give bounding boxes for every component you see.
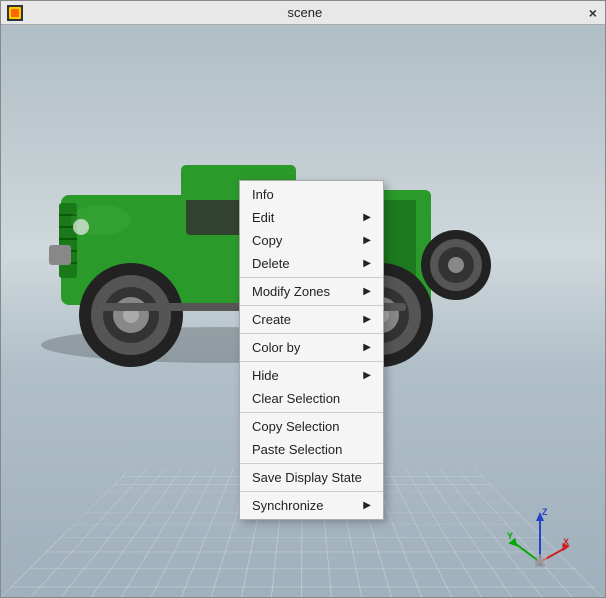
- menu-separator-save-display-state: [240, 491, 383, 492]
- close-button[interactable]: ×: [587, 5, 599, 21]
- scene-viewport: Z Y X Info Edit ▶ Copy ▶ Delete ▶ Modify Zones ▶…: [1, 25, 605, 597]
- menu-item-paste-selection[interactable]: Paste Selection: [240, 438, 383, 461]
- titlebar: scene ×: [1, 1, 605, 25]
- menu-separator-delete: [240, 277, 383, 278]
- svg-text:Z: Z: [542, 507, 548, 517]
- menu-item-copy-selection[interactable]: Copy Selection: [240, 415, 383, 438]
- menu-item-label-copy-selection: Copy Selection: [252, 419, 339, 434]
- app-icon: [7, 5, 23, 21]
- menu-separator-paste-selection: [240, 463, 383, 464]
- menu-item-synchronize[interactable]: Synchronize ▶: [240, 494, 383, 517]
- submenu-arrow-color-by: ▶: [363, 342, 371, 353]
- menu-item-label-info: Info: [252, 187, 274, 202]
- context-menu: InfoEdit▶Copy▶Delete▶Modify Zones▶Create…: [239, 180, 384, 520]
- menu-separator-clear-selection: [240, 412, 383, 413]
- submenu-arrow-modify-zones: ▶: [363, 286, 371, 297]
- svg-text:X: X: [563, 537, 569, 547]
- menu-item-copy[interactable]: Copy ▶: [240, 229, 383, 252]
- menu-item-save-display-state[interactable]: Save Display State: [240, 466, 383, 489]
- main-window: scene ×: [0, 0, 606, 598]
- menu-item-label-create: Create: [252, 312, 291, 327]
- axes-indicator: Z Y X: [505, 507, 575, 577]
- menu-items-list: InfoEdit▶Copy▶Delete▶Modify Zones▶Create…: [240, 183, 383, 517]
- menu-item-label-modify-zones: Modify Zones: [252, 284, 330, 299]
- submenu-arrow-delete: ▶: [363, 258, 371, 269]
- menu-item-create[interactable]: Create ▶: [240, 308, 383, 331]
- window-title: scene: [288, 5, 323, 20]
- menu-separator-create: [240, 333, 383, 334]
- menu-item-hide[interactable]: Hide ▶: [240, 364, 383, 387]
- menu-item-label-color-by: Color by: [252, 340, 300, 355]
- menu-item-label-synchronize: Synchronize: [252, 498, 324, 513]
- menu-item-label-delete: Delete: [252, 256, 290, 271]
- menu-item-label-clear-selection: Clear Selection: [252, 391, 340, 406]
- menu-item-color-by[interactable]: Color by ▶: [240, 336, 383, 359]
- submenu-arrow-copy: ▶: [363, 235, 371, 246]
- menu-item-edit[interactable]: Edit ▶: [240, 206, 383, 229]
- submenu-arrow-edit: ▶: [363, 212, 371, 223]
- submenu-arrow-hide: ▶: [363, 370, 371, 381]
- menu-item-clear-selection[interactable]: Clear Selection: [240, 387, 383, 410]
- submenu-arrow-create: ▶: [363, 314, 371, 325]
- menu-item-delete[interactable]: Delete ▶: [240, 252, 383, 275]
- menu-item-label-hide: Hide: [252, 368, 279, 383]
- menu-item-label-paste-selection: Paste Selection: [252, 442, 342, 457]
- menu-item-label-save-display-state: Save Display State: [252, 470, 362, 485]
- menu-item-label-edit: Edit: [252, 210, 274, 225]
- menu-separator-color-by: [240, 361, 383, 362]
- svg-text:Y: Y: [507, 531, 513, 541]
- menu-item-label-copy: Copy: [252, 233, 282, 248]
- submenu-arrow-synchronize: ▶: [363, 500, 371, 511]
- menu-item-modify-zones[interactable]: Modify Zones ▶: [240, 280, 383, 303]
- menu-item-info[interactable]: Info: [240, 183, 383, 206]
- menu-separator-modify-zones: [240, 305, 383, 306]
